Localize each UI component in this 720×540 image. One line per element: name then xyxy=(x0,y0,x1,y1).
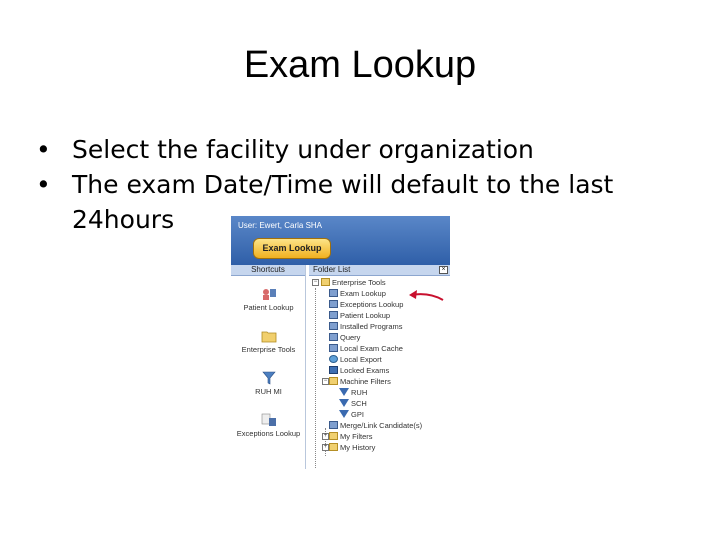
slide-title: Exam Lookup xyxy=(243,44,477,86)
app-screenshot: User: Ewert, Carla SHA Exam Lookup Short… xyxy=(231,216,450,469)
pointer-arrow-icon xyxy=(409,290,444,301)
bullet-select-facility: Select the facility under organization xyxy=(36,132,696,167)
